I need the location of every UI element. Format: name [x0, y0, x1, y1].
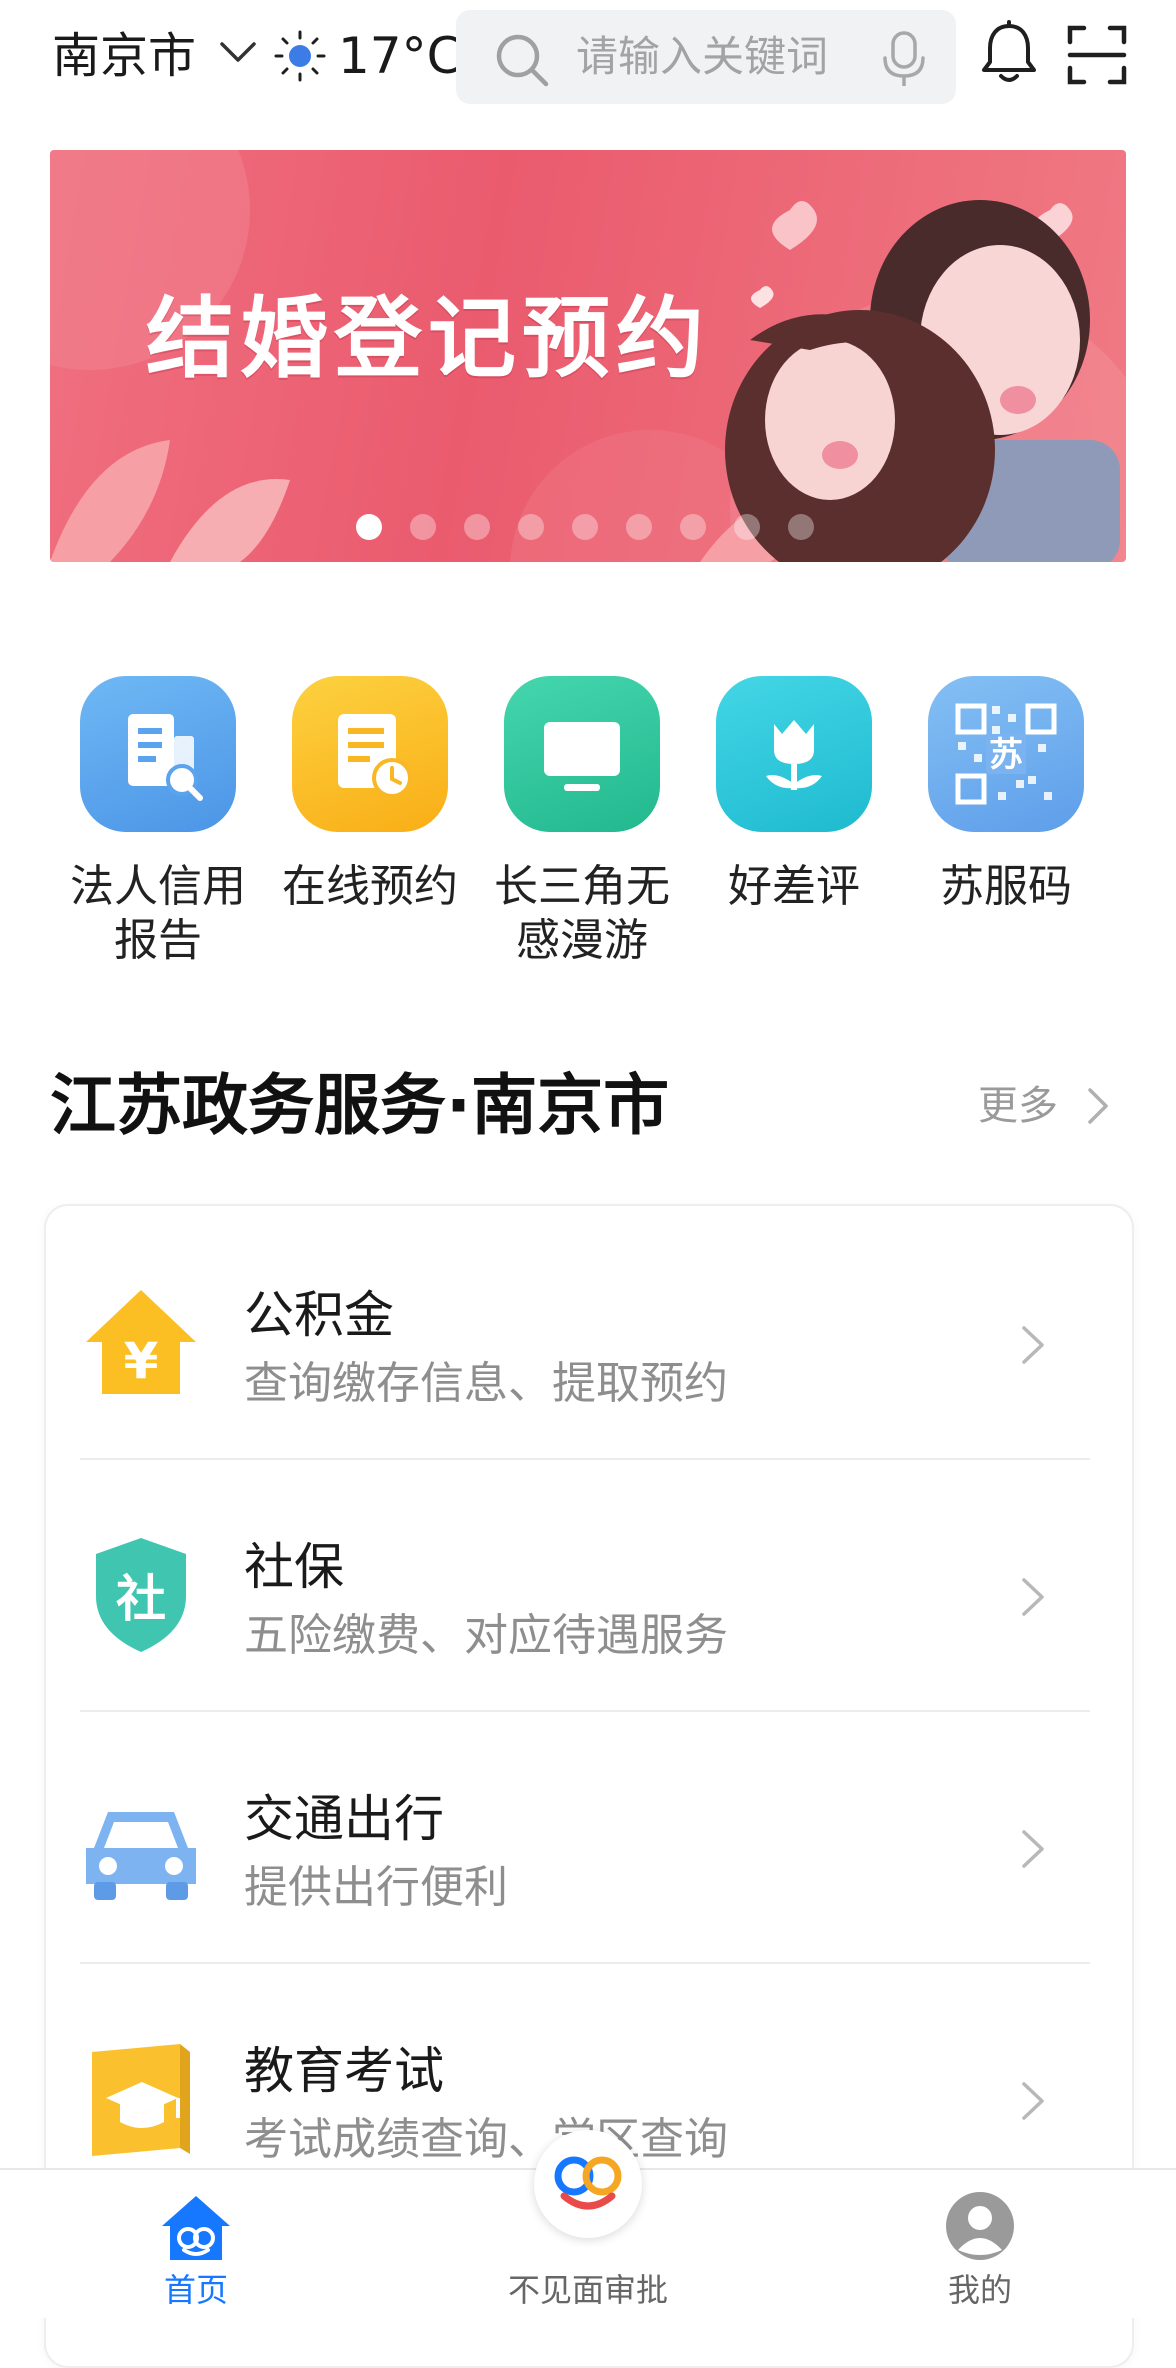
- search-icon: [496, 34, 549, 87]
- quick-item-label: 法人信用 报告: [70, 861, 246, 966]
- approval-logo-icon: [554, 2156, 622, 2210]
- chevron-right-icon: [1022, 1578, 1044, 1616]
- appointment-icon: [292, 676, 448, 832]
- service-desc: 考试成绩查询、学区查询: [244, 2114, 728, 2165]
- chevron-down-icon[interactable]: [218, 38, 258, 68]
- pagination-dot[interactable]: [680, 514, 706, 540]
- quick-item-appointment[interactable]: 在线预约: [264, 676, 476, 914]
- home-icon: [162, 2196, 230, 2260]
- credit-report-icon: [80, 676, 236, 832]
- pagination-dot-active[interactable]: [356, 514, 382, 540]
- svg-text:苏: 苏: [989, 735, 1023, 775]
- quick-item-label: 在线预约: [282, 861, 458, 912]
- search-bar[interactable]: [456, 10, 956, 104]
- sun-cloud-icon: [274, 30, 326, 82]
- chevron-right-icon: [1022, 2082, 1044, 2120]
- service-desc: 查询缴存信息、提取预约: [244, 1358, 728, 1409]
- nav-tab-label: 首页: [163, 2271, 228, 2309]
- service-desc: 提供出行便利: [244, 1862, 508, 1913]
- shield-she-icon: 社: [96, 1538, 186, 1652]
- quick-item-credit-report[interactable]: 法人信用 报告: [52, 676, 264, 968]
- book-graduation-icon: [92, 2044, 190, 2156]
- top-bar: 南京市 17°C: [0, 0, 1176, 116]
- notification-bell-icon[interactable]: [980, 20, 1038, 86]
- svg-text:社: 社: [116, 1570, 166, 1628]
- chevron-right-icon: [1022, 1830, 1044, 1868]
- pagination-dot[interactable]: [734, 514, 760, 540]
- user-icon: [946, 2192, 1014, 2260]
- search-input[interactable]: [576, 26, 876, 86]
- service-title: 公积金: [244, 1286, 394, 1344]
- pagination-dot[interactable]: [464, 514, 490, 540]
- chevron-right-icon: [1022, 1326, 1044, 1364]
- quick-item-yangtze-roaming[interactable]: 长三角无 感漫游: [476, 676, 688, 968]
- service-desc: 五险缴费、对应待遇服务: [244, 1610, 728, 1661]
- quick-item-rating[interactable]: 好差评: [688, 676, 900, 914]
- service-title: 教育考试: [244, 2042, 444, 2100]
- nav-tab-profile[interactable]: 我的: [850, 2170, 1110, 2318]
- section-title: 江苏政务服务·南京市: [50, 1067, 670, 1144]
- pagination-dot[interactable]: [572, 514, 598, 540]
- tulip-icon: [716, 676, 872, 832]
- pagination-dot[interactable]: [626, 514, 652, 540]
- city-selector-label[interactable]: 南京市: [52, 26, 196, 86]
- service-row-housing-fund[interactable]: ¥ 公积金 查询缴存信息、提取预约: [80, 1206, 1090, 1460]
- chevron-right-icon[interactable]: [1084, 1086, 1112, 1126]
- quick-item-su-code[interactable]: 苏 苏服码: [900, 676, 1112, 914]
- approval-logo-badge[interactable]: [534, 2130, 642, 2238]
- house-yuan-icon: ¥: [86, 1290, 196, 1394]
- quick-item-label: 好差评: [728, 861, 860, 912]
- quick-item-label: 苏服码: [940, 861, 1072, 912]
- monitor-icon: [504, 676, 660, 832]
- microphone-icon[interactable]: [876, 30, 932, 88]
- svg-text:¥: ¥: [124, 1332, 159, 1390]
- qr-code-icon: 苏: [928, 676, 1084, 832]
- pagination-dot[interactable]: [788, 514, 814, 540]
- pagination-dot[interactable]: [518, 514, 544, 540]
- nav-tab-home[interactable]: 首页: [66, 2170, 326, 2318]
- promo-banner[interactable]: 结婚登记预约: [50, 150, 1126, 562]
- banner-title: 结婚登记预约: [146, 287, 711, 390]
- service-title: 社保: [244, 1538, 344, 1596]
- car-icon: [86, 1812, 196, 1900]
- quick-services: 法人信用 报告 在线预约 长三角无 感漫游 好差评 苏 苏服码: [0, 676, 1176, 976]
- nav-tab-label: 不见面审批: [507, 2271, 668, 2309]
- more-link[interactable]: 更多: [978, 1078, 1058, 1134]
- scan-icon[interactable]: [1066, 24, 1128, 86]
- service-row-transport[interactable]: 交通出行 提供出行便利: [80, 1710, 1090, 1964]
- temperature-label: 17°C: [338, 27, 462, 85]
- service-row-social-security[interactable]: 社 社保 五险缴费、对应待遇服务: [80, 1458, 1090, 1712]
- service-title: 交通出行: [244, 1790, 444, 1848]
- nav-tab-label: 我的: [947, 2271, 1012, 2309]
- pagination-dot[interactable]: [410, 514, 436, 540]
- quick-item-label: 长三角无 感漫游: [494, 861, 670, 966]
